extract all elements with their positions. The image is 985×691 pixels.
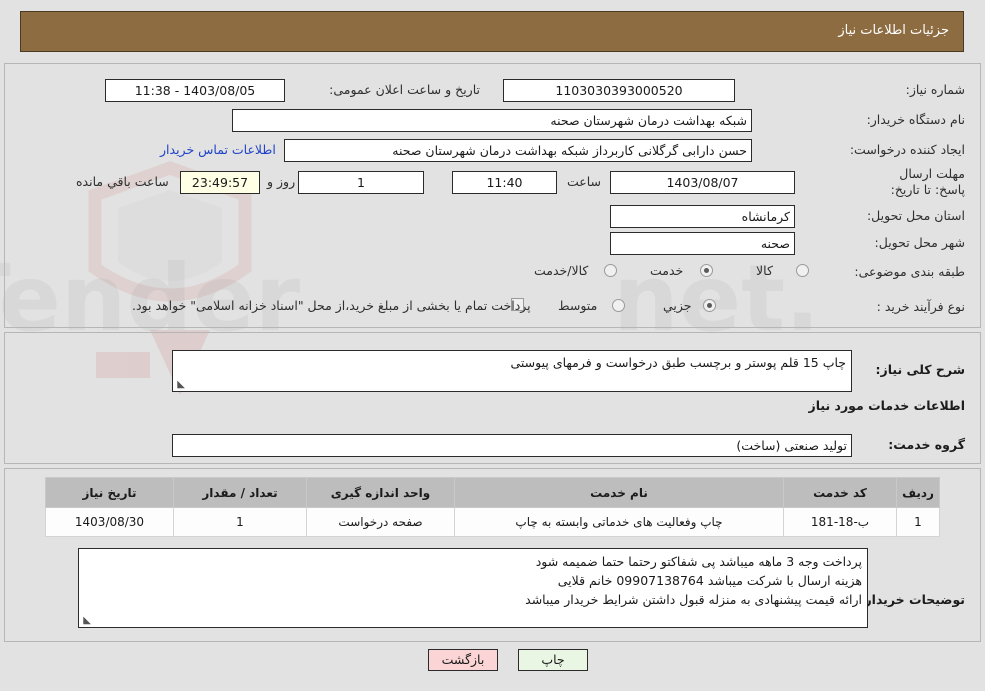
city-value: صحنه [610,232,795,255]
buyer-comments-line-2: هزینه ارسال با شرکت میباشد 09907138764 خ… [557,573,862,588]
table-col-unit: واحد اندازه گیری [306,477,455,508]
table-header-row: ردیف کد خدمت نام خدمت واحد اندازه گیری ت… [45,477,940,508]
service-group-label: گروه خدمت: [888,437,965,452]
classification-option-label-2: کالا/خدمت [534,263,589,278]
buyer-comments-line-1: پرداخت وجه 3 ماهه میباشد پی شفاکتو رحتما… [535,554,862,569]
page-title: جزئیات اطلاعات نیاز [838,23,949,38]
classification-option-label-0: کالا [756,263,773,278]
cell-qty: 1 [173,507,307,537]
buyer-comments-label: توضیحات خریدار: [859,592,965,607]
cell-name: چاپ وفعالیت های خدماتی وابسته به چاپ [454,507,784,537]
remaining-days-label: روز و [267,174,296,189]
table-col-date: تاریخ نیاز [45,477,174,508]
classification-option-label-1: خدمت [650,263,684,278]
deadline-label: مهلت ارسال پاسخ: تا تاریخ: [890,166,965,197]
panel-general-info [4,63,981,328]
need-description-label: شرح کلی نیاز: [875,362,965,377]
province-label: استان محل تحویل: [866,208,965,223]
buyer-org-label: نام دستگاه خریدار: [866,112,965,127]
table-col-qty: تعداد / مقدار [173,477,307,508]
buyer-comments-line-3: ارائه قیمت پیشنهادی به منزله قبول داشتن … [525,592,862,607]
cell-radif: 1 [896,507,940,537]
classification-radio-kala-khedmat[interactable] [604,264,617,277]
buyer-comments-textarea[interactable]: پرداخت وجه 3 ماهه میباشد پی شفاکتو رحتما… [78,548,868,628]
need-description-value: چاپ 15 قلم پوستر و برچسب طبق درخواست و ف… [510,355,846,370]
deadline-time-value: 11:40 [452,171,557,194]
request-creator-label: ایجاد کننده درخواست: [849,142,965,157]
table-col-name: نام خدمت [454,477,784,508]
resize-grip-icon-comments[interactable]: ◣ [81,616,91,626]
deadline-date-value: 1403/08/07 [610,171,795,194]
process-radio-motevaset[interactable] [612,299,625,312]
treasury-bond-note: پرداخت تمام یا بخشی از مبلغ خرید،از محل … [132,298,531,313]
process-type-label: نوع فرآیند خرید : [876,299,965,314]
deadline-hour-label: ساعت [567,174,602,189]
need-number-value: 1103030393000520 [503,79,735,102]
countdown-timer-value: 23:49:57 [180,171,260,194]
service-table: ردیف کد خدمت نام خدمت واحد اندازه گیری ت… [45,477,940,537]
remaining-hours-label: ساعت باقي مانده [76,174,169,189]
process-radio-jozi[interactable] [703,299,716,312]
process-option-label-1: متوسط [558,298,598,313]
buyer-org-value: شبکه بهداشت درمان شهرستان صحنه [232,109,752,132]
cell-unit: صفحه درخواست [306,507,455,537]
resize-grip-icon[interactable]: ◣ [175,380,185,390]
service-info-section-title: اطلاعات خدمات مورد نیاز [808,398,966,413]
buyer-contact-link[interactable]: اطلاعات تماس خریدار [160,142,276,158]
back-button[interactable]: بازگشت [428,649,498,671]
service-table-container: ردیف کد خدمت نام خدمت واحد اندازه گیری ت… [45,477,940,537]
page-header-bar: جزئیات اطلاعات نیاز [20,11,964,52]
request-creator-value: حسن دارابی گرگلانی کاربرداز شبکه بهداشت … [284,139,752,162]
city-label: شهر محل تحویل: [874,235,965,250]
table-row: 1 ب-18-181 چاپ وفعالیت های خدماتی وابسته… [45,507,940,537]
remaining-days-value: 1 [298,171,424,194]
announce-datetime-label: تاریخ و ساعت اعلان عمومی: [329,82,480,97]
province-value: کرمانشاه [610,205,795,228]
service-group-value: تولید صنعتی (ساخت) [172,434,852,457]
classification-radio-kala[interactable] [796,264,809,277]
need-description-textarea[interactable]: چاپ 15 قلم پوستر و برچسب طبق درخواست و ف… [172,350,852,392]
process-option-label-0: جزیي [663,298,692,313]
page-root: AriaTender .net جزئیات اطلاعات نیاز شمار… [0,0,985,691]
table-col-code: کد خدمت [783,477,897,508]
classification-radio-khedmat[interactable] [700,264,713,277]
need-number-label: شماره نیاز: [905,82,965,97]
print-button[interactable]: چاپ [518,649,588,671]
cell-date: 1403/08/30 [45,507,174,537]
cell-code: ب-18-181 [783,507,897,537]
announce-datetime-value: 1403/08/05 - 11:38 [105,79,285,102]
classification-label: طبقه بندی موضوعی: [854,264,965,279]
table-col-radif: ردیف [896,477,940,508]
